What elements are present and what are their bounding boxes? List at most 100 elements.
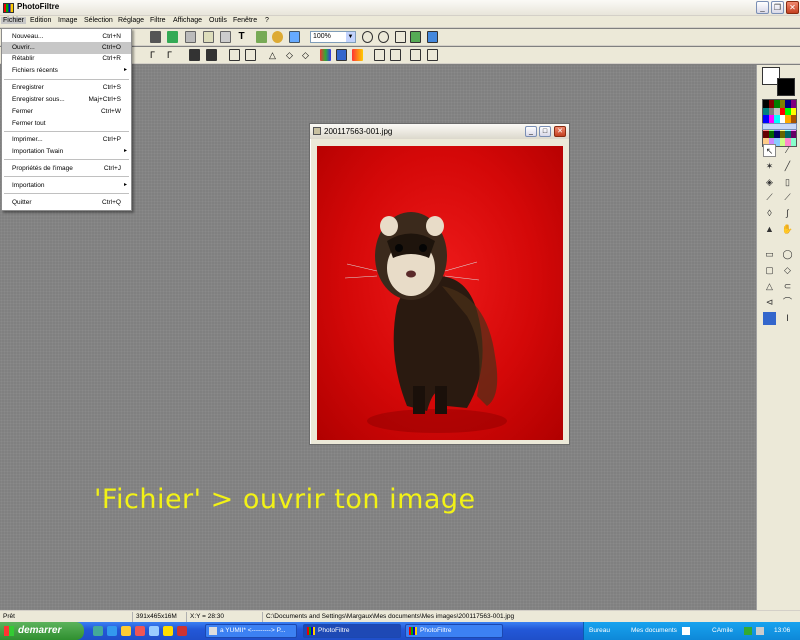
tray-network-icon[interactable] (744, 627, 752, 635)
rotate-left-icon[interactable] (410, 49, 421, 61)
image-window-titlebar[interactable]: 200117563-001.jpg _ □ ✕ (310, 124, 569, 139)
fit-window-icon[interactable] (395, 31, 406, 43)
transform-alt-icon[interactable]: Γ (167, 49, 178, 61)
text-tool-icon[interactable]: T (236, 31, 247, 43)
tray-mes-documents[interactable]: Mes documents (631, 627, 677, 634)
menu-image[interactable]: Image (56, 17, 79, 24)
diamond-shape-icon[interactable]: ◇ (781, 264, 794, 277)
menu-item-retablir[interactable]: Rétablir Ctrl+R (2, 53, 131, 65)
zoom-select[interactable]: 100% ▼ (310, 31, 356, 43)
music-icon[interactable] (149, 626, 159, 636)
taskbar-task[interactable]: a YUMII* <---------> P... (205, 624, 297, 638)
menu-help[interactable]: ? (263, 17, 271, 24)
text-cursor-icon[interactable]: Ⅰ (781, 312, 794, 325)
drop-icon[interactable]: ◇ (284, 49, 295, 61)
menu-item-fermer[interactable]: Fermer Ctrl+W (2, 106, 131, 118)
messenger-icon[interactable] (121, 626, 131, 636)
menu-filtre[interactable]: Filtre (148, 17, 168, 24)
menu-item-quitter[interactable]: Quitter Ctrl+Q (2, 197, 131, 209)
polygon-lasso-icon[interactable]: ⊲ (763, 296, 776, 309)
quicklaunch-icon[interactable] (93, 626, 103, 636)
clone-stamp-icon[interactable]: ▲ (763, 223, 776, 236)
window-icon[interactable] (289, 31, 300, 43)
menu-item-importation-twain[interactable]: Importation Twain ▸ (2, 146, 131, 158)
selection-pointer-icon[interactable]: ↖ (763, 144, 776, 157)
menu-item-proprietes[interactable]: Propriétés de l'image Ctrl+J (2, 163, 131, 175)
chevron-down-icon[interactable]: ▼ (346, 32, 355, 42)
mask-icon[interactable] (763, 312, 776, 325)
hand-icon[interactable]: ✋ (781, 223, 794, 236)
tray-volume-icon[interactable] (756, 627, 764, 635)
monitor-icon[interactable] (427, 31, 438, 43)
tray-app-icon[interactable] (682, 627, 690, 635)
zoom-out-icon[interactable] (378, 31, 389, 43)
line-icon[interactable]: ╱ (781, 160, 794, 173)
menu-reglage[interactable]: Réglage (116, 17, 146, 24)
color-balance-icon[interactable] (320, 49, 331, 61)
flip-horizontal-icon[interactable] (374, 49, 385, 61)
menu-item-fichiers-recents[interactable]: Fichiers récents ▸ (2, 65, 131, 77)
image-maximize-button[interactable]: □ (539, 126, 551, 137)
menu-outils[interactable]: Outils (207, 17, 229, 24)
stamp-icon[interactable] (256, 31, 267, 43)
drop-alt-icon[interactable]: ◇ (300, 49, 311, 61)
menu-item-imprimer[interactable]: Imprimer... Ctrl+P (2, 134, 131, 146)
copy-icon[interactable] (185, 31, 196, 43)
secondary-color-swatch[interactable] (777, 78, 795, 96)
close-button[interactable]: ✕ (786, 1, 799, 14)
magic-wand-icon[interactable]: ✶ (763, 160, 776, 173)
image-icon[interactable] (150, 31, 161, 43)
text-frame-icon[interactable] (203, 31, 214, 43)
flip-vertical-icon[interactable] (390, 49, 401, 61)
eyedropper-icon[interactable]: ∕ (781, 144, 794, 157)
menu-edition[interactable]: Edition (28, 17, 53, 24)
ellipse-shape-icon[interactable]: ◯ (781, 248, 794, 261)
crop-icon[interactable] (229, 49, 240, 61)
frame-icon[interactable] (220, 31, 231, 43)
maximize-button[interactable]: ❐ (771, 1, 784, 14)
menu-item-fermer-tout[interactable]: Fermer tout (2, 118, 131, 130)
brush-icon[interactable]: ⟋ (763, 191, 776, 204)
menu-fenetre[interactable]: Fenêtre (231, 17, 259, 24)
taskbar-task-photofiltre[interactable]: PhotoFiltre (405, 624, 503, 638)
rounded-rect-icon[interactable]: ▢ (763, 264, 776, 277)
bezier-icon[interactable]: ⌒ (781, 296, 794, 309)
triangle-icon[interactable]: △ (267, 49, 278, 61)
saturation-icon[interactable] (336, 49, 347, 61)
grid-icon[interactable] (167, 31, 178, 43)
minimize-button[interactable]: _ (756, 1, 769, 14)
menu-item-enregistrer[interactable]: Enregistrer Ctrl+S (2, 82, 131, 94)
lasso-icon[interactable]: ⊂ (781, 280, 794, 293)
grid-dark-icon[interactable] (189, 49, 200, 61)
tray-bureau[interactable]: Bureau (589, 627, 610, 634)
menu-item-importation[interactable]: Importation ▸ (2, 180, 131, 192)
art-brush-icon[interactable]: ⟋ (781, 191, 794, 204)
taskbar-task-photofiltre-active[interactable]: PhotoFiltre (303, 624, 401, 638)
image-window[interactable]: 200117563-001.jpg _ □ ✕ (309, 123, 570, 445)
start-button[interactable]: demarrer (0, 622, 84, 640)
transform-icon[interactable]: Γ (150, 49, 161, 61)
zoom-in-icon[interactable] (362, 31, 373, 43)
frame-alt-icon[interactable] (245, 49, 256, 61)
fill-bucket-icon[interactable]: ◈ (763, 176, 776, 189)
palette-scroller[interactable] (762, 123, 797, 130)
menu-selection[interactable]: Sélection (82, 17, 115, 24)
effects-icon[interactable] (272, 31, 283, 43)
rotate-right-icon[interactable] (427, 49, 438, 61)
record-icon[interactable] (177, 626, 187, 636)
media-icon[interactable] (135, 626, 145, 636)
menu-fichier[interactable]: Fichier (1, 17, 27, 24)
grid-dark-alt-icon[interactable] (206, 49, 217, 61)
finger-smudge-icon[interactable]: ∫ (781, 207, 794, 220)
ie-icon[interactable] (107, 626, 117, 636)
menu-affichage[interactable]: Affichage (171, 17, 204, 24)
firefox-icon[interactable] (163, 626, 173, 636)
image-close-button[interactable]: ✕ (554, 126, 566, 137)
image-minimize-button[interactable]: _ (525, 126, 537, 137)
gradient-icon[interactable] (352, 49, 363, 61)
spray-icon[interactable]: ▯ (781, 176, 794, 189)
menu-item-enregistrer-sous[interactable]: Enregistrer sous... Maj+Ctrl+S (2, 94, 131, 106)
triangle-shape-icon[interactable]: △ (763, 280, 776, 293)
blur-drop-icon[interactable]: ◊ (763, 207, 776, 220)
rectangle-shape-icon[interactable]: ▭ (763, 248, 776, 261)
